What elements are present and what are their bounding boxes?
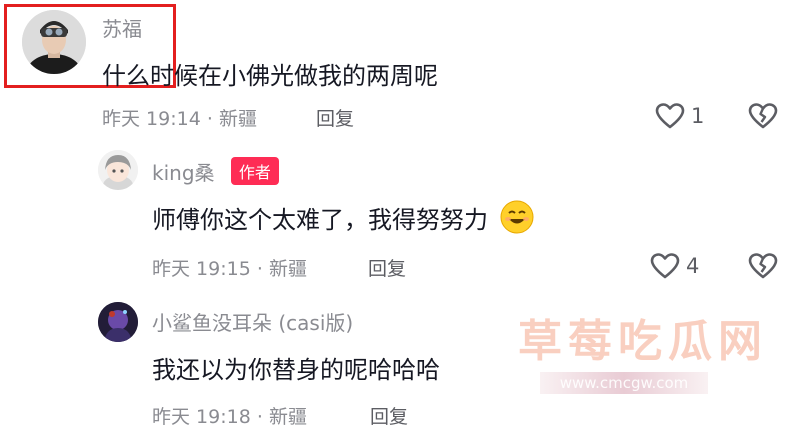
broken-heart-icon	[748, 103, 778, 129]
avatar[interactable]	[22, 10, 86, 74]
avatar-image	[98, 150, 138, 190]
like-count: 1	[691, 104, 705, 128]
author-badge: 作者	[230, 157, 279, 185]
comment-meta: 昨天 19:15 · 新疆	[152, 254, 307, 281]
username[interactable]: 小鲨鱼没耳朵 (casi版)	[152, 307, 353, 336]
avatar-image	[98, 302, 138, 342]
reply-button[interactable]: 回复	[370, 402, 408, 429]
username[interactable]: king桑 作者	[152, 157, 279, 186]
comment-text: 师傅你这个太难了，我得努努力	[152, 200, 534, 240]
separator-dot: ·	[206, 108, 219, 130]
watermark-url: www.cmcgw.com	[540, 372, 708, 394]
reply-button[interactable]: 回复	[368, 254, 406, 281]
avatar-image	[22, 10, 86, 74]
location: 新疆	[268, 258, 307, 280]
location: 新疆	[268, 406, 307, 428]
comment-meta: 昨天 19:18 · 新疆	[152, 402, 307, 429]
location: 新疆	[218, 108, 257, 130]
separator-dot: ·	[256, 258, 269, 280]
comment-text-body: 师傅你这个太难了，我得努努力	[152, 206, 488, 234]
timestamp: 昨天 19:15	[152, 258, 251, 280]
comment-text: 我还以为你替身的呢哈哈哈	[152, 356, 440, 384]
comment-text: 什么时候在小佛光做我的两周呢	[102, 62, 438, 90]
username-text[interactable]: king桑	[152, 161, 215, 185]
timestamp: 昨天 19:18	[152, 406, 251, 428]
dislike-button[interactable]	[748, 252, 778, 284]
separator-dot: ·	[256, 406, 269, 428]
username[interactable]: 苏福	[102, 13, 142, 42]
avatar[interactable]	[98, 150, 138, 190]
heart-outline-icon	[655, 103, 685, 129]
heart-outline-icon	[650, 253, 680, 279]
broken-heart-icon	[748, 253, 778, 279]
dislike-button[interactable]	[748, 102, 778, 134]
avatar[interactable]	[98, 302, 138, 342]
comment-meta: 昨天 19:14 · 新疆	[102, 104, 257, 131]
like-button[interactable]: 1	[655, 102, 704, 130]
like-count: 4	[686, 254, 700, 278]
smile-emoji-icon	[500, 200, 534, 240]
watermark-text: 草莓吃瓜网	[518, 316, 768, 367]
timestamp: 昨天 19:14	[102, 108, 201, 130]
reply-button[interactable]: 回复	[316, 104, 354, 131]
like-button[interactable]: 4	[650, 252, 699, 280]
